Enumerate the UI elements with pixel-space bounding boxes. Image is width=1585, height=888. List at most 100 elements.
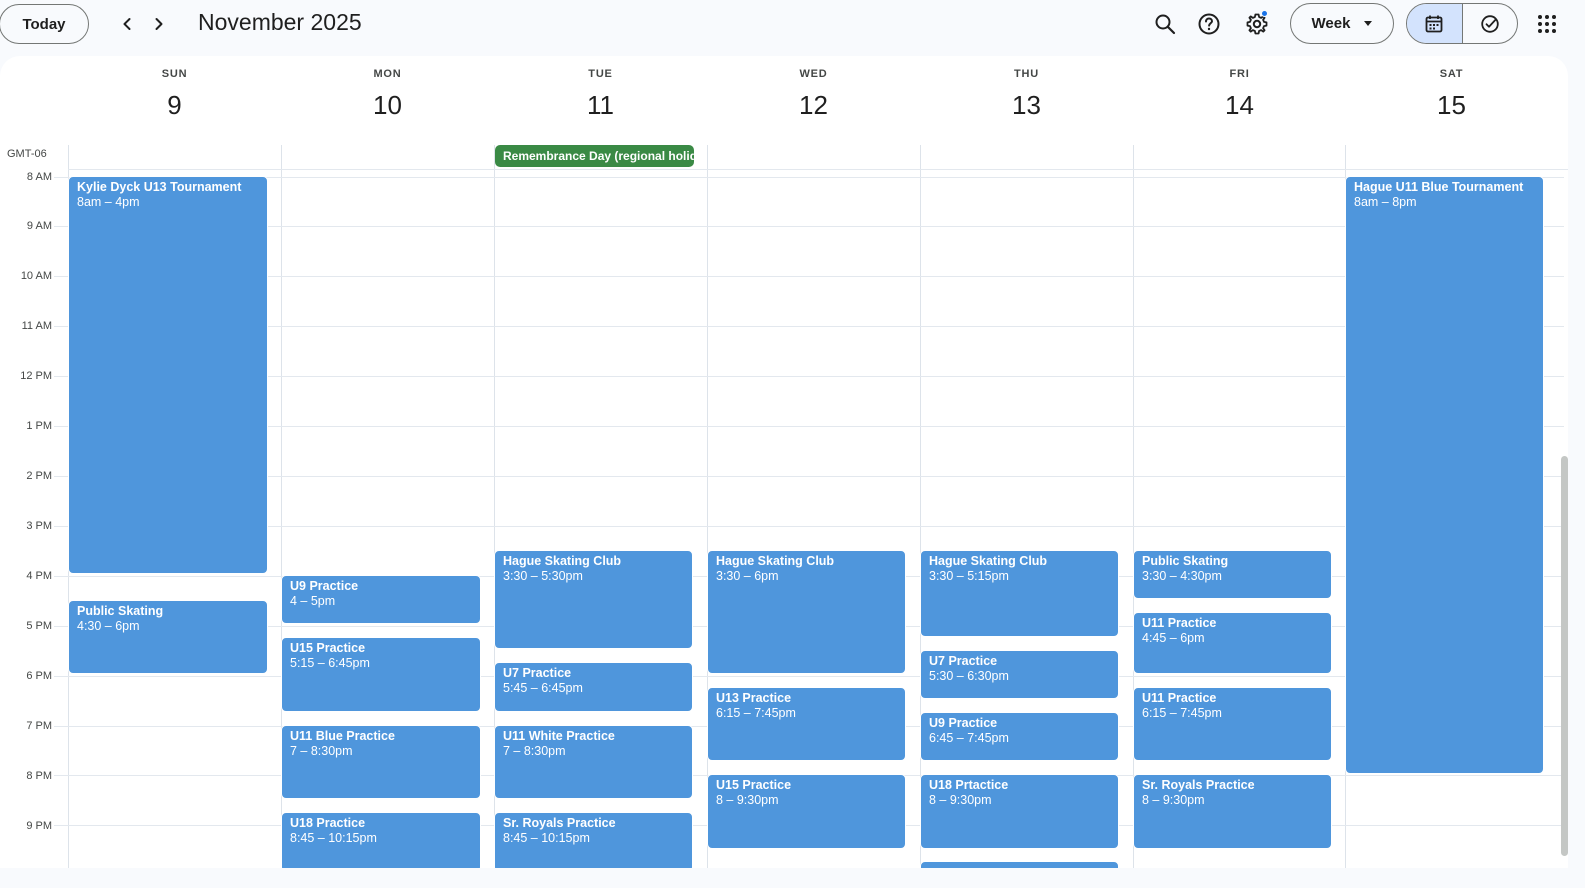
calendar-event[interactable]: Public Skating 4:30 – 6pm — [68, 600, 268, 674]
day-header-sun[interactable]: SUN 9 — [68, 56, 281, 121]
day-header-sat[interactable]: SAT 15 — [1345, 56, 1558, 121]
day-name: FRI — [1229, 68, 1250, 80]
day-header-tue[interactable]: TUE 11 — [494, 56, 707, 121]
calendar-event[interactable]: Hague Skating Club 3:30 – 6pm — [707, 550, 906, 674]
calendar-event[interactable]: Public Skating 3:30 – 4:30pm — [1133, 550, 1332, 599]
allday-event-chip[interactable]: Remembrance Day (regional holiday) — [495, 145, 694, 167]
hour-label: 4 PM — [26, 570, 52, 582]
event-time: 8:45 – 10:15pm — [290, 831, 377, 845]
calendar-event[interactable]: U15 Practice 5:15 – 6:45pm — [281, 637, 481, 712]
calendar-event[interactable]: U9 Practice 6:45 – 7:45pm — [920, 712, 1119, 761]
event-time: 3:30 – 5:15pm — [929, 569, 1009, 583]
previous-week-button[interactable] — [111, 8, 143, 40]
vertical-scrollbar[interactable] — [1561, 456, 1568, 856]
event-title: Sr. Royals Practice — [1142, 778, 1255, 792]
event-title: Hague Skating Club — [716, 554, 835, 568]
event-time: 6:45 – 7:45pm — [929, 731, 1009, 745]
help-button[interactable] — [1189, 4, 1229, 44]
event-time: 6:15 – 7:45pm — [716, 706, 796, 720]
event-title: U13 Practice — [716, 691, 792, 705]
event-title: U9 Practice — [929, 716, 998, 730]
event-title: Kylie Dyck U13 Tournament — [77, 180, 242, 194]
event-title: U15 Practice — [716, 778, 792, 792]
chevron-left-icon — [123, 18, 131, 30]
tasks-view-button[interactable] — [1461, 4, 1518, 43]
calendar-event[interactable]: Sr. Royals Practice 8 – 9:30pm — [1133, 774, 1332, 849]
event-title: U7 Practice — [503, 666, 572, 680]
hour-label: 10 AM — [20, 270, 52, 282]
event-title: U15 Practice — [290, 641, 366, 655]
event-title: U7 Practice — [929, 654, 998, 668]
top-toolbar: Today November 2025 Week — [0, 0, 1585, 56]
day-number[interactable]: 12 — [707, 90, 920, 121]
event-time: 8am – 8pm — [1354, 195, 1417, 209]
day-number[interactable]: 13 — [920, 90, 1133, 121]
hour-line — [54, 326, 1564, 327]
event-title: U11 Practice — [1142, 616, 1217, 630]
hour-label: 1 PM — [26, 420, 52, 432]
event-title: Hague Skating Club — [929, 554, 1048, 568]
calendar-view-button[interactable] — [1407, 4, 1462, 43]
apps-button[interactable] — [1527, 4, 1567, 44]
help-icon — [1198, 13, 1220, 35]
view-selector[interactable]: Week — [1290, 3, 1394, 44]
calendar-event[interactable]: Hague Skating Club 3:30 – 5:30pm — [494, 550, 693, 649]
day-name: THU — [1013, 68, 1039, 80]
task-check-icon — [1481, 14, 1499, 33]
event-title: U9 Practice — [290, 579, 359, 593]
day-header-thu[interactable]: THU 13 — [920, 56, 1133, 121]
hour-label: 9 PM — [26, 820, 52, 832]
hour-line — [54, 426, 1564, 427]
day-header-fri[interactable]: FRI 14 — [1133, 56, 1346, 121]
event-title: U18 Practice — [290, 816, 366, 830]
day-name: WED — [799, 68, 828, 80]
week-grid: SUN 9 MON 10 TUE 11 WED 12 THU 13 FRI 14… — [0, 56, 1568, 868]
calendar-event[interactable]: U13 Practice 6:15 – 7:45pm — [707, 687, 906, 761]
settings-button[interactable] — [1237, 4, 1277, 44]
calendar-event[interactable]: Sr. Royals Practice 8:45 – 10:15pm — [494, 812, 693, 868]
calendar-event[interactable]: U18 Prtactice 8 – 9:30pm — [920, 774, 1119, 849]
calendar-event[interactable]: U7 Practice 5:30 – 6:30pm — [920, 650, 1119, 699]
calendar-event[interactable]: Hague Skating Club 3:30 – 5:15pm — [920, 550, 1119, 637]
calendar-event[interactable]: U7 Practice 5:45 – 6:45pm — [494, 662, 693, 712]
hour-label: 12 PM — [20, 370, 52, 382]
event-title: Public Skating — [77, 604, 164, 618]
hour-line — [54, 276, 1564, 277]
next-week-button[interactable] — [143, 8, 175, 40]
calendar-event[interactable] — [920, 861, 1119, 868]
event-title: U11 Practice — [1142, 691, 1217, 705]
event-time: 3:30 – 5:30pm — [503, 569, 583, 583]
hour-line — [54, 226, 1564, 227]
day-number[interactable]: 14 — [1133, 90, 1346, 121]
calendar-event[interactable]: U11 Practice 4:45 – 6pm — [1133, 612, 1332, 674]
day-number[interactable]: 10 — [281, 90, 494, 121]
calendar-event[interactable]: U11 Practice 6:15 – 7:45pm — [1133, 687, 1332, 761]
day-number[interactable]: 11 — [494, 90, 707, 121]
calendar-event[interactable]: Kylie Dyck U13 Tournament 8am – 4pm — [68, 176, 268, 574]
calendar-event[interactable]: U9 Practice 4 – 5pm — [281, 575, 481, 624]
day-number[interactable]: 9 — [68, 90, 281, 121]
calendar-event[interactable]: U15 Practice 8 – 9:30pm — [707, 774, 906, 849]
current-month-title: November 2025 — [198, 9, 362, 35]
day-number[interactable]: 15 — [1345, 90, 1558, 121]
calendar-event[interactable]: U11 White Practice 7 – 8:30pm — [494, 725, 693, 799]
day-header-mon[interactable]: MON 10 — [281, 56, 494, 121]
search-button[interactable] — [1145, 4, 1185, 44]
hour-line — [54, 476, 1564, 477]
event-time: 4 – 5pm — [290, 594, 336, 608]
day-header-wed[interactable]: WED 12 — [707, 56, 920, 121]
event-title: Public Skating — [1142, 554, 1229, 568]
event-time: 8 – 9:30pm — [1142, 793, 1205, 807]
event-time: 7 – 8:30pm — [503, 744, 566, 758]
allday-divider — [68, 169, 1568, 170]
event-title: Hague Skating Club — [503, 554, 622, 568]
event-time: 3:30 – 6pm — [716, 569, 779, 583]
calendar-event[interactable]: U11 Blue Practice 7 – 8:30pm — [281, 725, 481, 799]
hour-label: 7 PM — [26, 720, 52, 732]
hour-line — [54, 526, 1564, 527]
today-button[interactable]: Today — [0, 4, 89, 44]
calendar-event[interactable]: Hague U11 Blue Tournament 8am – 8pm — [1345, 176, 1544, 774]
calendar-event[interactable]: U18 Practice 8:45 – 10:15pm — [281, 812, 481, 868]
hour-line — [54, 177, 1564, 178]
event-title: Sr. Royals Practice — [503, 816, 616, 830]
